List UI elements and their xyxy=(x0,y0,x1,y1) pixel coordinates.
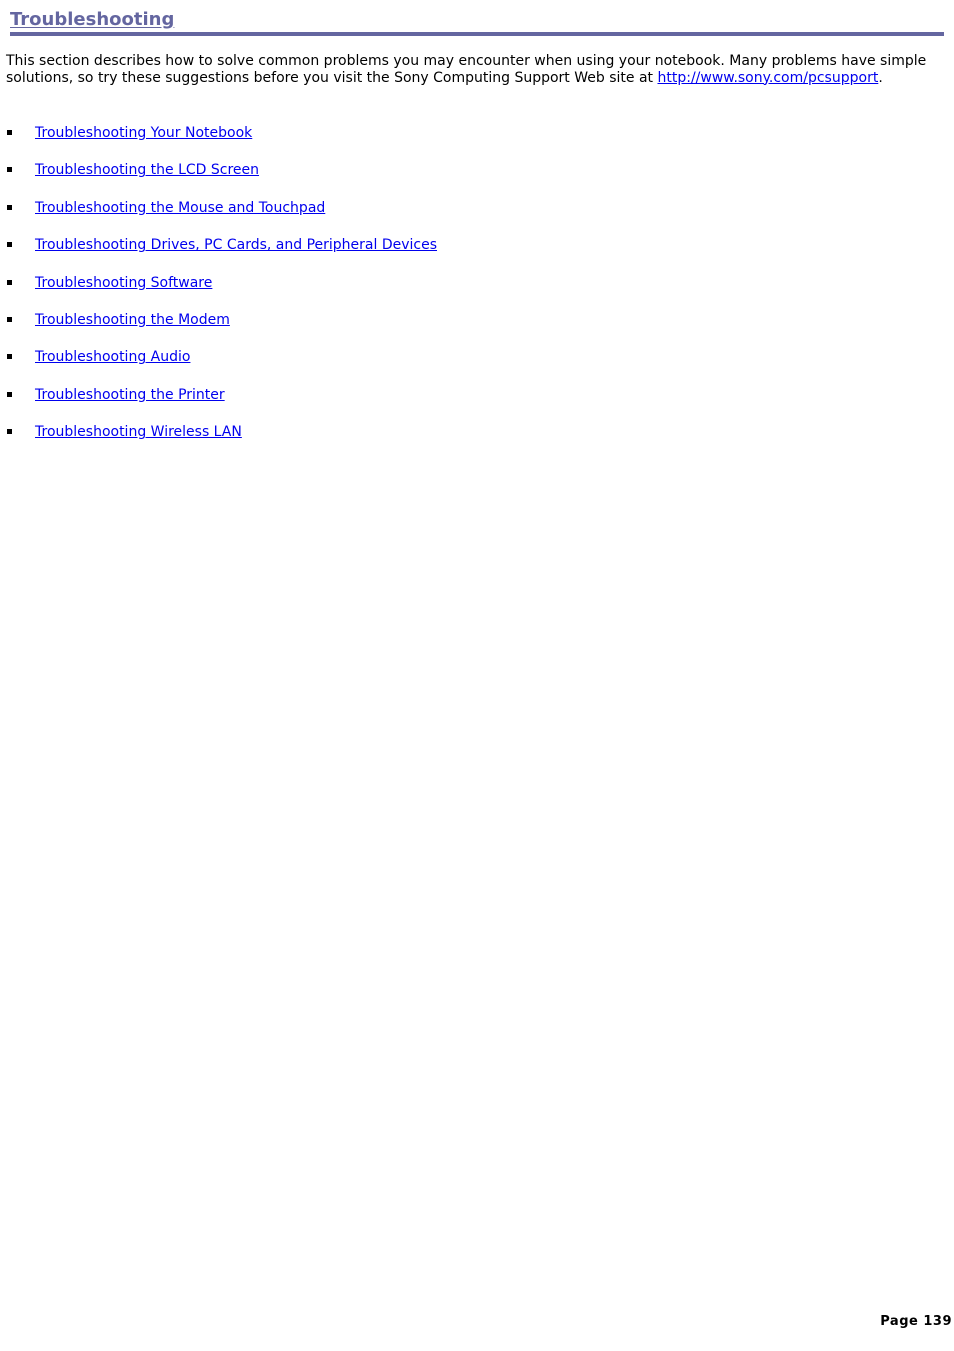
square-bullet-icon xyxy=(7,354,12,360)
link-troubleshooting-audio[interactable]: Troubleshooting Audio xyxy=(35,348,190,366)
square-bullet-icon xyxy=(7,130,12,135)
link-troubleshooting-notebook[interactable]: Troubleshooting Your Notebook xyxy=(35,124,252,142)
link-troubleshooting-mouse-touchpad[interactable]: Troubleshooting the Mouse and Touchpad xyxy=(35,199,325,217)
link-troubleshooting-software[interactable]: Troubleshooting Software xyxy=(35,274,212,292)
square-bullet-icon xyxy=(7,204,12,210)
square-bullet-icon xyxy=(7,429,12,435)
intro-paragraph: This section describes how to solve comm… xyxy=(6,53,946,86)
page-number: Page 139 xyxy=(880,1314,952,1329)
sony-support-link[interactable]: http://www.sony.com/pcsupport xyxy=(657,70,878,86)
page-heading-rule: Troubleshooting xyxy=(10,8,944,36)
intro-trailing: . xyxy=(878,69,883,86)
square-bullet-icon xyxy=(7,391,12,397)
link-troubleshooting-printer[interactable]: Troubleshooting the Printer xyxy=(35,386,225,404)
page-title[interactable]: Troubleshooting xyxy=(10,8,174,32)
link-troubleshooting-modem[interactable]: Troubleshooting the Modem xyxy=(35,311,230,329)
square-bullet-icon xyxy=(7,279,12,285)
square-bullet-icon xyxy=(7,316,12,322)
link-troubleshooting-wireless-lan[interactable]: Troubleshooting Wireless LAN xyxy=(35,423,242,441)
link-troubleshooting-lcd-screen[interactable]: Troubleshooting the LCD Screen xyxy=(35,161,259,179)
link-troubleshooting-drives-pc-cards[interactable]: Troubleshooting Drives, PC Cards, and Pe… xyxy=(35,236,437,254)
square-bullet-icon xyxy=(7,167,12,173)
square-bullet-icon xyxy=(7,242,12,248)
